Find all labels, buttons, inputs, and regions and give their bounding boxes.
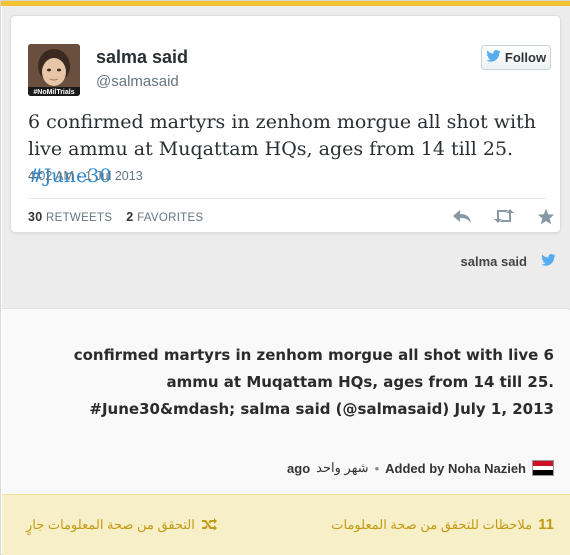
verification-footer: التحقق من صحة المعلومات جارٍ ملاحظات للت… <box>2 494 570 555</box>
notes-count: 11 <box>538 516 554 533</box>
avatar-image: #NoMilTrials <box>28 44 80 96</box>
twitter-bird-icon <box>541 254 556 269</box>
favorites-label[interactable]: FAVORITES <box>137 212 203 224</box>
quote-line: ammu at Muqattam HQs, ages from 14 till … <box>166 373 554 391</box>
follow-button[interactable]: Follow <box>481 45 551 70</box>
added-by-text[interactable]: Added by Noha Nazieh <box>385 461 526 476</box>
avatar-badge-text: #NoMilTrials <box>33 89 74 96</box>
stats-divider <box>28 198 546 199</box>
quote-line: confirmed martyrs in zenhom morgue all s… <box>73 346 554 364</box>
notes-label: ملاحظات للتحقق من صحة المعلومات <box>331 516 533 532</box>
shuffle-icon <box>201 517 217 533</box>
quote-line: #June30&mdash; salma said (@salmasaid) J… <box>89 400 554 418</box>
retweets-count: 30 <box>28 210 43 224</box>
tweet-timestamp[interactable]: 4:02 AM - 1 Jul 2013 <box>28 169 143 183</box>
retweets-label[interactable]: RETWEETS <box>46 212 112 224</box>
author-handle[interactable]: @salmasaid <box>96 73 179 90</box>
attribution-author[interactable]: salma said <box>461 254 528 269</box>
added-time: شهر واحد <box>316 460 369 475</box>
added-by-line: ago شهر واحد • Added by Noha Nazieh <box>287 460 554 476</box>
embedded-tweet: #NoMilTrials salma said @salmasaid Follo… <box>10 15 561 233</box>
user-flag-icon[interactable] <box>532 460 554 476</box>
tweet-attribution: salma said <box>461 254 557 269</box>
verification-status-text: التحقق من صحة المعلومات جارٍ <box>26 517 195 532</box>
blockquote-area: confirmed martyrs in zenhom morgue all s… <box>2 310 570 494</box>
tweet-stats: 30 RETWEETS 2 FAVORITES <box>28 210 203 224</box>
added-ago: ago <box>287 460 311 476</box>
verification-status[interactable]: التحقق من صحة المعلومات جارٍ <box>26 517 217 533</box>
tweet-blockquote: confirmed martyrs in zenhom morgue all s… <box>34 342 554 423</box>
favorite-icon[interactable] <box>535 206 557 226</box>
tweet-embed-area: #NoMilTrials salma said @salmasaid Follo… <box>2 6 570 309</box>
follow-label: Follow <box>504 50 547 65</box>
author-name[interactable]: salma said <box>96 47 188 68</box>
verification-notes[interactable]: ملاحظات للتحقق من صحة المعلومات 11 <box>331 516 554 533</box>
tweet-text-body: 6 confirmed martyrs in zenhom morgue all… <box>28 111 536 160</box>
story-card: #NoMilTrials salma said @salmasaid Follo… <box>0 0 570 555</box>
avatar[interactable]: #NoMilTrials <box>28 44 80 96</box>
separator-dot: • <box>374 460 380 476</box>
tweet-actions <box>451 206 557 226</box>
favorites-count: 2 <box>126 210 134 224</box>
twitter-bird-icon <box>486 50 501 65</box>
retweet-icon[interactable] <box>493 206 515 226</box>
reply-icon[interactable] <box>451 206 473 226</box>
